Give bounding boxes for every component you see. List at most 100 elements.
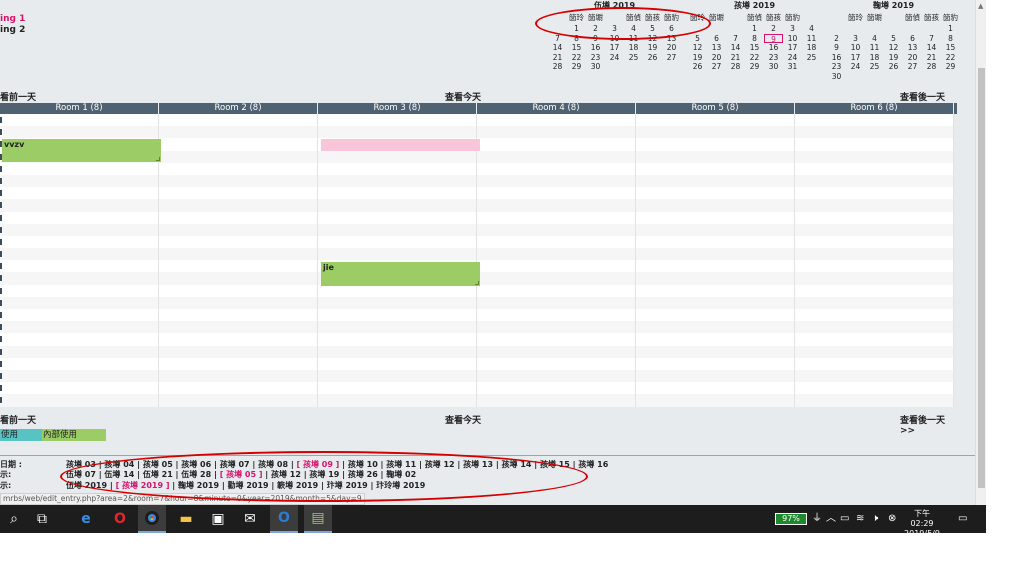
calendar-day[interactable]: 6 [707, 34, 726, 44]
booking-cell[interactable] [795, 114, 954, 127]
calendar-day[interactable]: 5 [884, 34, 903, 44]
calendar-day[interactable]: 15 [567, 43, 586, 53]
booking-cell[interactable] [795, 174, 954, 188]
booking-cell[interactable] [318, 211, 477, 224]
calendar-day[interactable]: 29 [745, 62, 764, 72]
area-link-2[interactable]: ing 2 [0, 25, 25, 36]
booking-cell[interactable] [318, 369, 477, 383]
booking-cell[interactable] [636, 138, 795, 151]
calendar-day[interactable]: 14 [726, 43, 745, 53]
booking-cell[interactable] [159, 382, 318, 395]
booking-cell[interactable] [159, 187, 318, 200]
booking-cell[interactable] [477, 333, 636, 346]
booking-cell[interactable] [636, 369, 795, 383]
booking-cell[interactable] [159, 345, 318, 358]
booking-cell[interactable] [318, 150, 477, 163]
booking-cell[interactable] [0, 309, 159, 322]
booking-cell[interactable] [0, 345, 159, 358]
booking-cell[interactable] [636, 357, 795, 370]
booking-cell[interactable] [318, 162, 477, 175]
booking-cell[interactable] [636, 223, 795, 236]
booking-cell[interactable] [636, 199, 795, 212]
booking-cell[interactable] [0, 199, 159, 212]
time-slot-marker[interactable] [0, 371, 3, 380]
booking-cell[interactable] [636, 150, 795, 163]
calendar-day[interactable]: 10 [783, 34, 802, 44]
booking-cell[interactable] [318, 333, 477, 346]
calendar-day[interactable]: 1 [745, 24, 764, 34]
calendar-day[interactable]: 27 [707, 62, 726, 72]
calendar-day[interactable]: 15 [941, 43, 960, 53]
booking-cell[interactable] [318, 248, 477, 261]
booking-cell[interactable] [795, 138, 954, 151]
booking-cell[interactable] [0, 211, 159, 224]
booking-cell[interactable] [159, 114, 318, 127]
booking-cell[interactable] [159, 309, 318, 322]
calendar-day[interactable]: 8 [745, 34, 764, 44]
calendar-day[interactable]: 20 [707, 53, 726, 63]
booking-vvzv[interactable]: vvzv [2, 139, 161, 162]
booking-cell[interactable] [0, 248, 159, 261]
calendar-day[interactable]: 23 [586, 53, 605, 63]
booking-cell[interactable] [795, 199, 954, 212]
calendar-day[interactable]: 14 [548, 43, 567, 53]
time-slot-marker[interactable] [0, 286, 3, 295]
time-slot-marker[interactable] [0, 213, 3, 222]
booking-cell[interactable] [477, 321, 636, 334]
booking-cell[interactable] [477, 272, 636, 285]
booking-cell[interactable] [477, 223, 636, 236]
booking-cell[interactable] [318, 126, 477, 139]
booking-cell[interactable] [636, 235, 795, 249]
booking-cell[interactable] [795, 369, 954, 383]
time-slot-marker[interactable] [0, 237, 3, 246]
booking-cell[interactable] [477, 284, 636, 297]
calendar-day[interactable]: 24 [605, 53, 624, 63]
booking-cell[interactable] [477, 162, 636, 175]
booking-cell[interactable] [0, 382, 159, 395]
time-slot-marker[interactable] [0, 176, 3, 185]
time-slot-marker[interactable] [0, 347, 3, 356]
booking-cell[interactable] [795, 162, 954, 175]
booking-cell[interactable] [477, 235, 636, 249]
booking-cell[interactable] [159, 260, 318, 273]
vertical-scrollbar[interactable]: ▲ [975, 0, 986, 505]
wifi-icon[interactable]: ≋ [856, 505, 864, 533]
room-header[interactable]: Room 6 (8) [795, 103, 954, 114]
booking-cell[interactable] [318, 187, 477, 200]
booking-cell[interactable] [318, 382, 477, 395]
booking-cell[interactable] [795, 296, 954, 309]
calendar-day[interactable]: 27 [903, 62, 922, 72]
mini-calendar-title[interactable]: 孩墫 2019 [688, 0, 821, 12]
booking-cell[interactable] [477, 382, 636, 395]
room-header[interactable]: Room 3 (8) [318, 103, 477, 114]
booking-cell[interactable] [477, 394, 636, 407]
booking-jie[interactable]: jie [321, 262, 480, 286]
booking-cell[interactable] [0, 369, 159, 383]
booking-cell[interactable] [159, 235, 318, 249]
calendar-day[interactable]: 31 [783, 62, 802, 72]
calendar-day[interactable]: 24 [783, 53, 802, 63]
calendar-day[interactable]: 25 [624, 53, 643, 63]
calendar-day[interactable]: 30 [827, 72, 846, 82]
booking-cell[interactable] [795, 333, 954, 346]
calendar-day[interactable]: 12 [884, 43, 903, 53]
calendar-day[interactable]: 6 [903, 34, 922, 44]
calendar-day[interactable]: 21 [922, 53, 941, 63]
calendar-day[interactable]: 14 [922, 43, 941, 53]
power-icon[interactable]: ⏚ [812, 505, 822, 533]
calendar-day[interactable]: 3 [783, 24, 802, 34]
booking-cell[interactable] [0, 114, 159, 127]
booking-cell[interactable] [318, 174, 477, 188]
prev-day-link[interactable]: 看前一天 [0, 413, 36, 426]
calendar-day[interactable]: 2 [764, 24, 783, 34]
calendar-day[interactable]: 18 [865, 53, 884, 63]
calendar-day[interactable]: 12 [688, 43, 707, 53]
time-slot-marker[interactable] [0, 335, 3, 344]
booking-cell[interactable] [477, 126, 636, 139]
calendar-day[interactable]: 19 [688, 53, 707, 63]
clock[interactable]: 下午 02:29 2019/5/9 [902, 509, 942, 539]
booking-cell[interactable] [318, 235, 477, 249]
calendar-day[interactable]: 7 [922, 34, 941, 44]
calendar-day[interactable]: 22 [745, 53, 764, 63]
calendar-day[interactable]: 27 [662, 53, 681, 63]
